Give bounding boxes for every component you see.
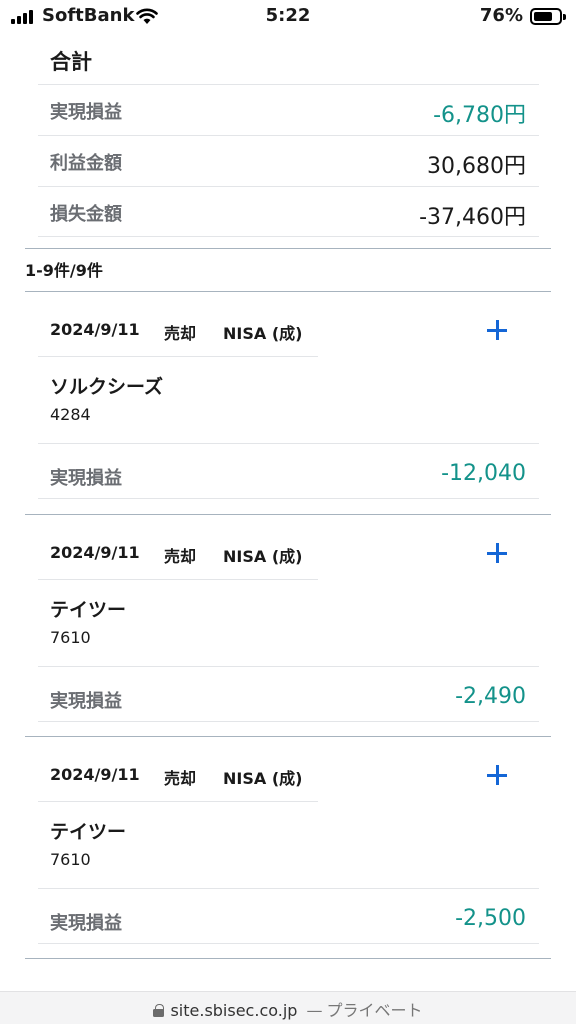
summary-row-loss: 損失金額 -37,460円 bbox=[38, 186, 539, 237]
result-count: 1-9件/9件 bbox=[25, 261, 103, 280]
stock-code: 7610 bbox=[50, 850, 91, 869]
private-mode-label: プライベート bbox=[326, 1001, 423, 1020]
pl-value: -12,040 bbox=[441, 461, 526, 486]
divider bbox=[38, 443, 539, 444]
summary-value: -6,780円 bbox=[433, 103, 526, 128]
divider bbox=[38, 888, 539, 889]
section-divider bbox=[25, 958, 551, 959]
trade-date: 2024/9/11 bbox=[50, 765, 140, 784]
pl-label: 実現損益 bbox=[50, 691, 122, 712]
expand-plus-icon[interactable] bbox=[485, 541, 509, 565]
expand-plus-icon[interactable] bbox=[485, 763, 509, 787]
battery-percent: 76% bbox=[479, 5, 523, 26]
section-divider bbox=[25, 248, 551, 249]
trade-meta: 2024/9/11 売却 NISA (成) bbox=[50, 320, 302, 344]
trade-card: 2024/9/11 売却 NISA (成) テイツー 7610 実現損益 -2,… bbox=[0, 515, 576, 737]
trade-date: 2024/9/11 bbox=[50, 543, 140, 562]
pl-label: 実現損益 bbox=[50, 913, 122, 934]
stock-name: テイツー bbox=[50, 599, 127, 621]
divider bbox=[38, 498, 539, 499]
summary-value: 30,680円 bbox=[427, 154, 526, 179]
divider bbox=[38, 666, 539, 667]
status-bar: SoftBank 5:22 76% bbox=[0, 0, 576, 34]
trade-side: 売却 bbox=[164, 547, 197, 566]
divider bbox=[38, 721, 539, 722]
summary-row-realized-pl: 実現損益 -6,780円 bbox=[38, 84, 539, 135]
stock-name: ソルクシーズ bbox=[50, 376, 164, 398]
stock-code: 4284 bbox=[50, 405, 91, 424]
url-separator: — bbox=[306, 1001, 323, 1020]
summary-title: 合計 bbox=[50, 50, 92, 74]
summary-row-profit: 利益金額 30,680円 bbox=[38, 135, 539, 186]
summary-label: 損失金額 bbox=[50, 204, 122, 225]
trade-date: 2024/9/11 bbox=[50, 320, 140, 339]
divider bbox=[38, 943, 539, 944]
trade-side: 売却 bbox=[164, 769, 197, 788]
pl-value: -2,490 bbox=[455, 684, 526, 709]
summary-label: 実現損益 bbox=[50, 102, 122, 123]
stock-code: 7610 bbox=[50, 628, 91, 647]
divider bbox=[38, 579, 318, 580]
expand-plus-icon[interactable] bbox=[485, 318, 509, 342]
lock-icon bbox=[153, 1004, 165, 1017]
trade-card: 2024/9/11 売却 NISA (成) ソルクシーズ 4284 実現損益 -… bbox=[0, 292, 576, 514]
summary-divider bbox=[38, 236, 539, 237]
trade-account: NISA (成) bbox=[223, 547, 303, 566]
summary-value: -37,460円 bbox=[419, 205, 526, 230]
trade-meta: 2024/9/11 売却 NISA (成) bbox=[50, 543, 302, 567]
trade-side: 売却 bbox=[164, 324, 197, 343]
divider bbox=[38, 356, 318, 357]
trade-card: 2024/9/11 売却 NISA (成) テイツー 7610 実現損益 -2,… bbox=[0, 737, 576, 959]
pl-label: 実現損益 bbox=[50, 468, 122, 489]
browser-url-bar[interactable]: site.sbisec.co.jp — プライベート bbox=[0, 991, 576, 1024]
divider bbox=[38, 801, 318, 802]
summary-label: 利益金額 bbox=[50, 153, 122, 174]
pl-value: -2,500 bbox=[455, 906, 526, 931]
trade-meta: 2024/9/11 売却 NISA (成) bbox=[50, 765, 302, 789]
stock-name: テイツー bbox=[50, 821, 127, 843]
url-display[interactable]: site.sbisec.co.jp — プライベート bbox=[0, 997, 576, 1021]
trade-account: NISA (成) bbox=[223, 769, 303, 788]
trade-account: NISA (成) bbox=[223, 324, 303, 343]
url-domain: site.sbisec.co.jp bbox=[170, 1001, 298, 1020]
battery-icon bbox=[530, 8, 566, 25]
